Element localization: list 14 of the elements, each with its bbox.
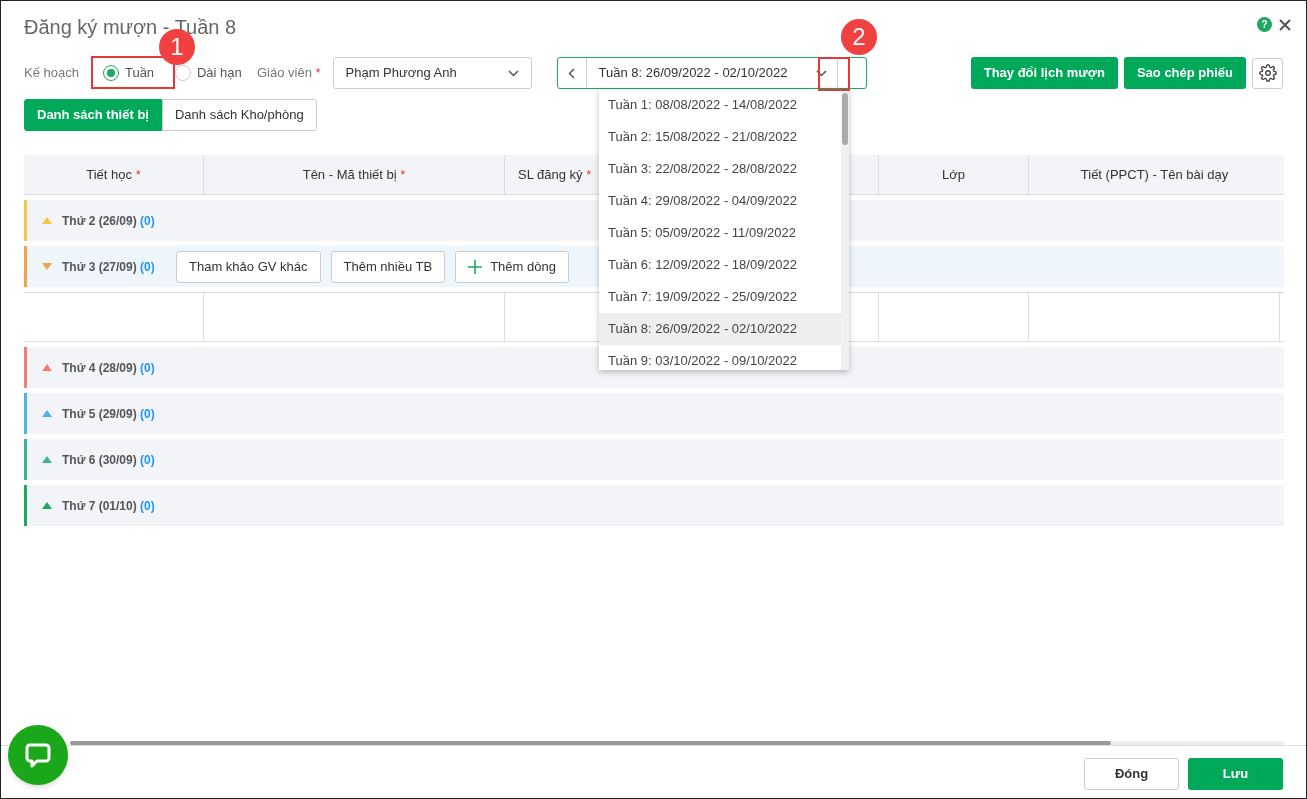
column-header: Tiết học * xyxy=(86,165,141,184)
column-header: SL đăng ký * xyxy=(518,165,592,184)
column-header: Tên - Mã thiết bị * xyxy=(302,165,406,184)
day-label: Thứ 2 (26/09) (0) xyxy=(62,212,156,230)
column-header: Tiết (PPCT) - Tên bài dạy xyxy=(1080,165,1229,184)
day-label: Thứ 4 (28/09) (0) xyxy=(62,359,156,377)
plan-label: Kế hoạch xyxy=(24,64,79,83)
column-header: Lớp xyxy=(942,165,965,184)
day-label: Thứ 3 (27/09) (0) xyxy=(62,258,156,276)
day-label: Thứ 6 (30/09) (0) xyxy=(62,451,156,469)
day-label: Thứ 5 (29/09) (0) xyxy=(62,405,156,423)
callout-badge: 2 xyxy=(841,19,877,55)
day-label: Thứ 7 (01/10) (0) xyxy=(62,497,156,515)
teacher-label: Giáo viên * xyxy=(256,64,321,83)
